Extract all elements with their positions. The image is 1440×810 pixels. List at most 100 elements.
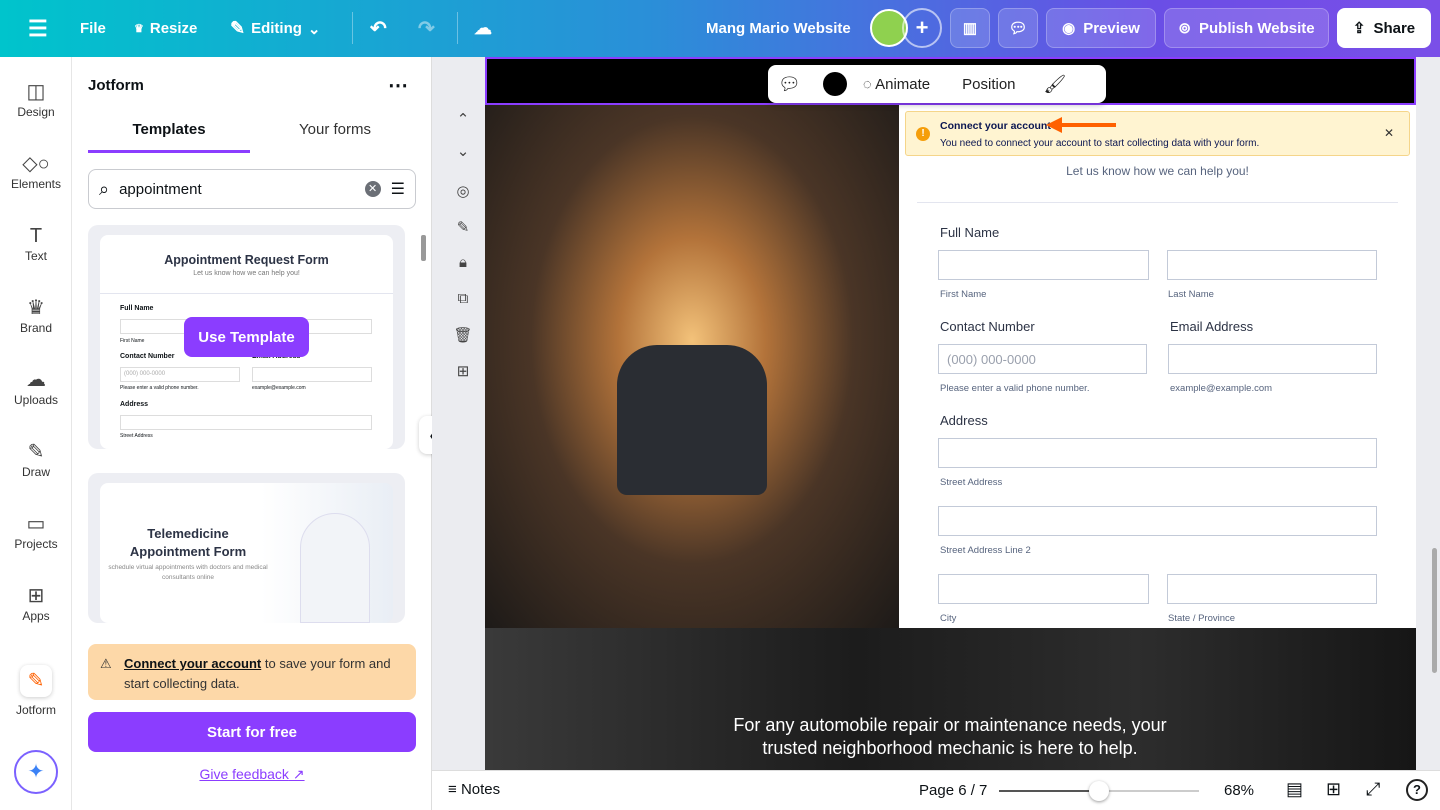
rail-projects[interactable]: ▭ Projects — [0, 511, 72, 551]
add-collaborator-icon[interactable]: + — [902, 8, 942, 48]
rail-label: Jotform — [15, 703, 56, 717]
pencil-icon: ✎ — [230, 18, 246, 38]
notes-button[interactable]: ≡ Notes — [448, 781, 500, 798]
animate-label: Animate — [875, 75, 931, 93]
email-input[interactable] — [1168, 344, 1377, 374]
editing-label: Editing — [251, 20, 302, 37]
field-sub: First Name — [120, 338, 145, 344]
phone-input[interactable]: (000) 000-0000 — [938, 344, 1147, 374]
appointment-form: ! Connect your account You need to conne… — [899, 105, 1416, 628]
field-sub: example@example.com — [252, 385, 306, 391]
rail-jotform[interactable]: ✎ Jotform — [0, 665, 72, 717]
street2-input[interactable] — [938, 506, 1377, 536]
rail-brand[interactable]: ♛ Brand — [0, 295, 72, 335]
zoom-slider-handle[interactable] — [1089, 781, 1110, 801]
preview-button[interactable]: ◉ Preview — [1046, 8, 1156, 48]
comment-icon[interactable]: 💬︎ — [998, 8, 1038, 48]
more-icon[interactable]: ⋯ — [388, 73, 408, 98]
banner-text: For any automobile repair or maintenance… — [733, 715, 1167, 758]
contact-label: Contact Number — [940, 319, 1035, 334]
trash-icon[interactable]: 🗑︎ — [450, 326, 476, 344]
template-card[interactable]: Telemedicine Appointment Form schedule v… — [88, 473, 405, 623]
lock-icon[interactable]: 🔒︎ — [450, 254, 476, 271]
rail-label: Elements — [10, 177, 62, 191]
template-subtitle: Let us know how we can help you! — [193, 270, 300, 277]
publish-button[interactable]: ⊚ Publish Website — [1164, 8, 1329, 48]
close-icon[interactable]: ✕ — [1384, 126, 1394, 140]
filter-icon[interactable]: ☰ — [391, 179, 405, 199]
duplicate-icon[interactable]: ⧉ — [450, 290, 476, 307]
insights-icon[interactable]: ▥ — [950, 8, 990, 48]
connect-account-link[interactable]: Connect your account — [124, 656, 261, 671]
email-label: Email Address — [1170, 319, 1254, 334]
rail-apps[interactable]: ⊞ Apps — [0, 583, 72, 623]
upload-icon: ☁ — [26, 369, 46, 391]
design-title[interactable]: Mang Mario Website — [706, 0, 851, 57]
rail-draw[interactable]: ✎ Draw — [0, 439, 72, 479]
undo-icon[interactable]: ↶ — [370, 0, 387, 57]
comment-add-icon[interactable]: 💬︎ — [778, 74, 801, 95]
notes-icon[interactable]: ✎ — [450, 218, 476, 236]
warning-icon: ! — [916, 127, 930, 141]
share-button[interactable]: ⇪ Share — [1337, 8, 1431, 48]
resize-button[interactable]: ♛ Resize — [134, 0, 197, 57]
rail-text[interactable]: T Text — [0, 223, 72, 263]
street-input[interactable] — [938, 438, 1377, 468]
tab-your-forms[interactable]: Your forms — [254, 121, 416, 153]
editing-dropdown[interactable]: ✎ Editing ⌄ — [230, 0, 321, 57]
phone-hint: Please enter a valid phone number. — [940, 383, 1090, 394]
template-card[interactable]: Appointment Request Form Let us know how… — [88, 225, 405, 449]
chevron-up-icon[interactable]: ⌃ — [450, 110, 476, 128]
zoom-slider[interactable] — [999, 781, 1199, 801]
elements-icon: ◇○ — [22, 153, 50, 175]
use-template-button[interactable]: Use Template — [184, 317, 309, 357]
canvas-scrollbar[interactable] — [1432, 548, 1437, 673]
color-swatch[interactable] — [822, 72, 847, 96]
page-indicator[interactable]: Page 6 / 7 — [919, 782, 987, 799]
search-value: appointment — [119, 180, 202, 198]
address-label: Address — [940, 413, 988, 428]
last-name-sublabel: Last Name — [1168, 289, 1214, 300]
paint-roller-icon[interactable]: 🖌︎ — [1044, 74, 1067, 95]
clear-icon[interactable]: ✕ — [364, 181, 381, 197]
floating-toolbar: 💬︎ ◌ Animate Position 🖌︎ — [768, 65, 1106, 103]
alert-text: You need to connect your account to star… — [940, 138, 1260, 149]
start-for-free-button[interactable]: Start for free — [88, 712, 416, 752]
full-name-label: Full Name — [940, 225, 1000, 240]
field-label: Address — [120, 401, 149, 408]
last-name-input[interactable] — [1167, 250, 1377, 280]
file-label: File — [80, 20, 106, 37]
email-hint: example@example.com — [1170, 383, 1273, 394]
give-feedback-link[interactable]: Give feedback ↗ — [72, 766, 432, 783]
help-icon[interactable]: ? — [1406, 779, 1428, 801]
menu-icon[interactable]: ☰ — [28, 0, 48, 57]
panel-title: Jotform — [88, 77, 144, 94]
page-canvas[interactable]: ! Connect your account You need to conne… — [485, 57, 1416, 770]
page-view-icon[interactable]: ▤ — [1286, 779, 1303, 800]
file-menu[interactable]: File — [80, 0, 106, 57]
grid-view-icon[interactable]: ⊞ — [1326, 779, 1341, 800]
hide-icon[interactable]: ◎ — [450, 182, 476, 200]
cloud-saved-icon[interactable]: ☁ — [474, 0, 492, 57]
search-icon: ⌕ — [99, 178, 110, 199]
garage-photo[interactable] — [485, 105, 899, 628]
banner-photo[interactable]: For any automobile repair or maintenance… — [485, 628, 1416, 770]
state-input[interactable] — [1167, 574, 1377, 604]
tab-templates[interactable]: Templates — [88, 121, 250, 153]
animate-icon: ◌ — [862, 75, 872, 93]
search-input[interactable]: ⌕ appointment ✕ ☰ — [88, 169, 416, 209]
chevron-down-icon[interactable]: ⌄ — [450, 142, 476, 160]
city-input[interactable] — [938, 574, 1149, 604]
animate-button[interactable]: ◌ Animate — [863, 76, 930, 93]
first-name-input[interactable] — [938, 250, 1149, 280]
add-page-icon[interactable]: ⊞ — [450, 362, 476, 380]
rail-elements[interactable]: ◇○ Elements — [0, 151, 72, 191]
scrollbar[interactable] — [421, 235, 426, 261]
fullscreen-icon[interactable]: ⤢ — [1366, 779, 1380, 800]
magic-ai-icon[interactable]: ✦ — [14, 750, 58, 794]
redo-icon[interactable]: ↷ — [418, 0, 435, 57]
position-button[interactable]: Position — [962, 76, 1015, 93]
zoom-level[interactable]: 68% — [1224, 782, 1254, 799]
rail-design[interactable]: ◫ Design — [0, 79, 72, 119]
rail-uploads[interactable]: ☁ Uploads — [0, 367, 72, 407]
